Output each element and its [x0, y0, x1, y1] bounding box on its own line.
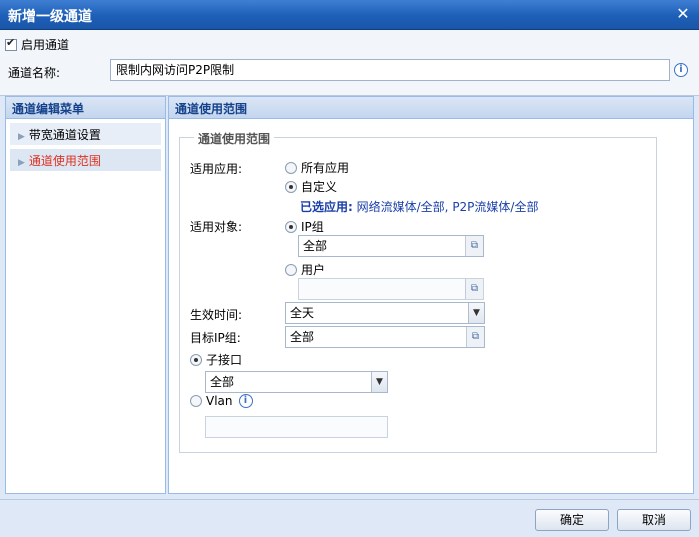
radio-label: Vlan [206, 394, 233, 408]
enable-channel-label: 启用通道 [21, 38, 70, 52]
title-bar: 新增一级通道 ✕ [0, 0, 699, 30]
arrow-icon: ▶ [18, 132, 25, 142]
menu-item-label: 带宽通道设置 [28, 128, 101, 142]
edit-menu-title: 通道编辑菜单 [6, 97, 165, 119]
target-ip-group-value: 全部 [290, 330, 315, 344]
menu-item-bandwidth-settings[interactable]: ▶ 带宽通道设置 [10, 123, 161, 145]
picker-icon[interactable]: ⧉ [465, 236, 483, 256]
menu-item-usage-scope[interactable]: ▶ 通道使用范围 [10, 149, 161, 171]
radio-user[interactable]: 用户 [285, 261, 325, 278]
selected-apps-value[interactable]: 网络流媒体/全部, P2P流媒体/全部 [357, 200, 539, 214]
close-icon[interactable]: ✕ [673, 4, 693, 24]
effective-time-value: 全天 [290, 306, 315, 320]
arrow-icon: ▶ [18, 158, 25, 168]
info-icon[interactable]: i [238, 394, 253, 408]
radio-label: 子接口 [206, 353, 243, 367]
chevron-down-icon[interactable]: ▼ [468, 303, 484, 323]
vlan-input[interactable] [205, 416, 388, 438]
user-field[interactable]: ⧉ [298, 278, 484, 300]
target-ip-group-field[interactable]: 全部 ⧉ [285, 326, 485, 348]
window-title: 新增一级通道 [8, 9, 92, 25]
radio-icon[interactable] [285, 180, 297, 193]
checkmark-icon: ✔ [6, 35, 16, 49]
picker-icon[interactable]: ⧉ [465, 279, 483, 299]
radio-icon[interactable] [190, 395, 202, 407]
channel-header: ✔ 启用通道 通道名称: 限制内网访问P2P限制 i [0, 30, 699, 96]
radio-label: 所有应用 [301, 161, 350, 175]
selected-apps: 已选应用: 网络流媒体/全部, P2P流媒体/全部 [300, 198, 538, 215]
usage-scope-panel: 通道使用范围 通道使用范围 适用应用: 所有应用 自定义 已选应用: 网络流媒体… [168, 96, 694, 494]
picker-icon[interactable]: ⧉ [466, 327, 484, 347]
channel-name-input[interactable]: 限制内网访问P2P限制 [110, 59, 670, 81]
radio-all-apps[interactable]: 所有应用 [285, 159, 349, 176]
cancel-button[interactable]: 取消 [617, 509, 691, 531]
radio-label: 用户 [301, 263, 326, 277]
fieldset-legend: 通道使用范围 [194, 130, 275, 147]
sub-interface-value: 全部 [210, 375, 235, 389]
target-ip-group-label: 目标IP组: [190, 331, 241, 345]
enable-channel-checkbox[interactable]: ✔ 启用通道 [5, 36, 69, 53]
info-icon[interactable]: i [674, 63, 688, 77]
selected-apps-label: 已选应用: [300, 200, 353, 214]
checkbox-icon[interactable]: ✔ [5, 35, 17, 51]
channel-name-label: 通道名称: [8, 66, 61, 80]
menu-item-label: 通道使用范围 [28, 154, 101, 168]
usage-scope-title: 通道使用范围 [169, 97, 693, 119]
chevron-down-icon[interactable]: ▼ [371, 372, 387, 392]
ok-button[interactable]: 确定 [535, 509, 609, 531]
edit-menu-panel: 通道编辑菜单 ▶ 带宽通道设置 ▶ 通道使用范围 [5, 96, 166, 494]
button-bar: 确定 取消 [0, 499, 699, 537]
radio-vlan[interactable]: Vlan i [190, 394, 253, 408]
radio-label: 自定义 [301, 180, 338, 194]
radio-custom-apps[interactable]: 自定义 [285, 178, 337, 195]
radio-sub-interface[interactable]: 子接口 [190, 351, 242, 368]
effective-time-select[interactable]: 全天 ▼ [285, 302, 485, 324]
effective-time-label: 生效时间: [190, 308, 243, 322]
applicable-object-label: 适用对象: [190, 220, 243, 234]
radio-icon[interactable] [285, 161, 297, 174]
usage-scope-fieldset: 通道使用范围 适用应用: 所有应用 自定义 已选应用: 网络流媒体/全部, P2… [179, 130, 657, 453]
radio-label: IP组 [301, 220, 324, 234]
radio-icon[interactable] [285, 263, 297, 276]
radio-ip-group[interactable]: IP组 [285, 218, 324, 235]
ip-group-value: 全部 [303, 239, 328, 253]
applicable-app-label: 适用应用: [190, 162, 243, 176]
sub-interface-select[interactable]: 全部 ▼ [205, 371, 388, 393]
radio-icon[interactable] [285, 220, 297, 233]
ip-group-field[interactable]: 全部 ⧉ [298, 235, 484, 257]
radio-icon[interactable] [190, 353, 202, 366]
